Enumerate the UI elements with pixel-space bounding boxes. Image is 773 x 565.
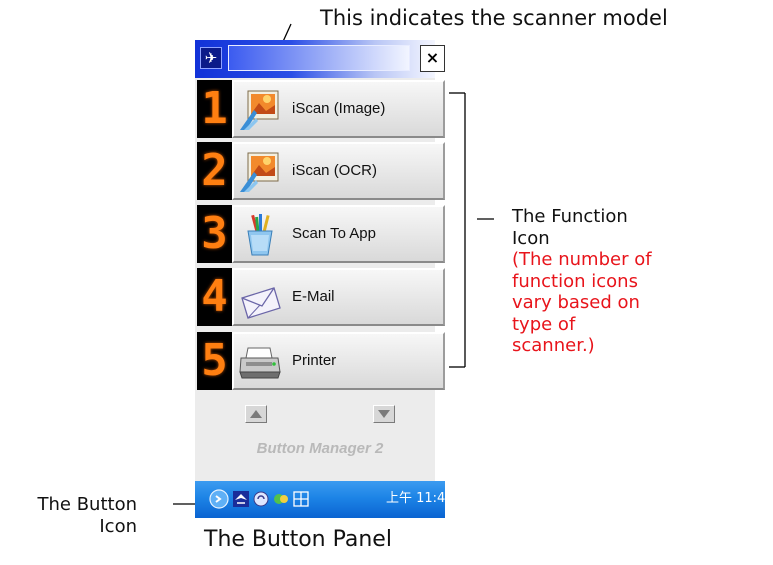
volume-icon[interactable] (253, 491, 269, 507)
input-method-icon[interactable] (293, 491, 309, 507)
function-number-2: 2 (197, 142, 232, 200)
function-button-printer[interactable]: Printer (232, 332, 445, 390)
printer-icon (239, 347, 281, 379)
scroll-down-button[interactable] (373, 405, 395, 423)
triangle-up-icon (250, 410, 262, 418)
scanner-model-field (228, 45, 410, 71)
close-button[interactable]: × (420, 45, 445, 72)
function-label: iScan (OCR) (292, 162, 378, 179)
brand-label: Button Manager 2 (256, 440, 384, 457)
function-button-email[interactable]: E-Mail (232, 268, 445, 326)
button-manager-tray-icon[interactable] (233, 491, 249, 507)
function-number-1: 1 (197, 80, 232, 138)
app-cup-icon (247, 214, 273, 256)
function-number-5: 5 (197, 332, 232, 390)
function-button-scan-to-app[interactable]: Scan To App (232, 205, 445, 263)
function-label: E-Mail (292, 288, 335, 305)
function-label: Scan To App (292, 225, 376, 242)
ocr-scan-icon (240, 152, 279, 192)
function-button-iscan-image[interactable]: iScan (Image) (232, 80, 445, 138)
clock[interactable]: 上午 11:45 (386, 488, 454, 510)
function-number-4: 4 (197, 268, 232, 326)
scroll-up-button[interactable] (245, 405, 267, 423)
function-label: iScan (Image) (292, 100, 386, 117)
image-scan-icon (240, 90, 279, 130)
function-number-3: 3 (197, 205, 232, 263)
triangle-down-icon (378, 410, 390, 418)
scanner-app-icon: ✈ (200, 47, 222, 69)
show-hidden-icons-button[interactable] (209, 489, 229, 509)
function-button-iscan-ocr[interactable]: iScan (OCR) (232, 142, 445, 200)
network-icon[interactable] (273, 491, 289, 507)
function-label: Printer (292, 352, 337, 369)
envelope-icon (241, 287, 281, 319)
